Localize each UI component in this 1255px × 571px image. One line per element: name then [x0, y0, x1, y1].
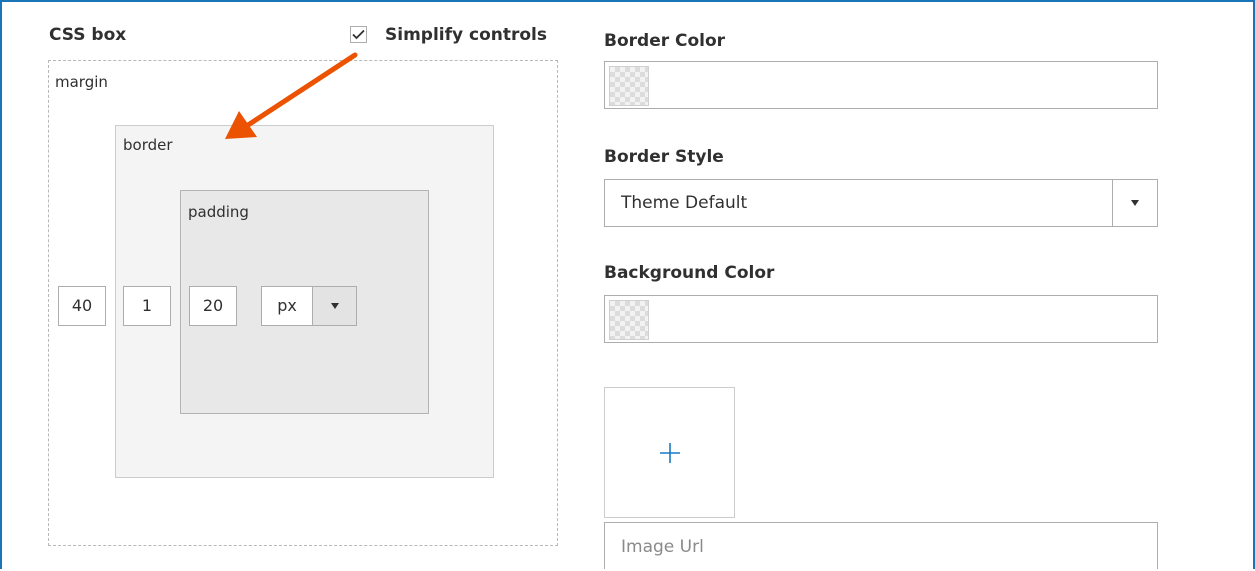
image-upload-area[interactable]	[604, 387, 735, 518]
padding-input[interactable]: 20	[189, 286, 237, 326]
background-color-swatch[interactable]	[609, 300, 649, 340]
margin-label: margin	[55, 73, 108, 91]
unit-select-value: px	[277, 296, 297, 315]
caret-down-icon	[330, 303, 339, 309]
plus-icon	[660, 443, 680, 463]
background-color-field[interactable]	[604, 295, 1158, 343]
annotation-arrow-icon	[225, 52, 358, 139]
border-style-value: Theme Default	[621, 193, 748, 213]
border-label: border	[123, 136, 173, 154]
simplify-controls-checkbox[interactable]	[350, 26, 367, 43]
simplify-controls-label[interactable]: Simplify controls	[385, 25, 547, 45]
border-style-arrow[interactable]	[1112, 180, 1157, 226]
border-color-field[interactable]	[604, 61, 1158, 109]
checkmark-icon	[352, 29, 365, 40]
background-color-title: Background Color	[604, 263, 775, 283]
css-box-title: CSS box	[49, 25, 127, 45]
unit-select-arrow[interactable]	[312, 287, 356, 325]
border-width-input[interactable]: 1	[123, 286, 171, 326]
border-color-swatch[interactable]	[609, 66, 649, 106]
border-style-select[interactable]: Theme Default	[604, 179, 1158, 227]
border-style-title: Border Style	[604, 147, 724, 167]
image-url-placeholder: Image Url	[621, 537, 704, 557]
border-color-title: Border Color	[604, 31, 726, 51]
padding-label: padding	[188, 203, 249, 221]
unit-select[interactable]: px	[261, 286, 357, 326]
image-url-input[interactable]: Image Url	[604, 522, 1158, 569]
margin-input[interactable]: 40	[58, 286, 106, 326]
caret-down-icon	[1131, 200, 1139, 206]
